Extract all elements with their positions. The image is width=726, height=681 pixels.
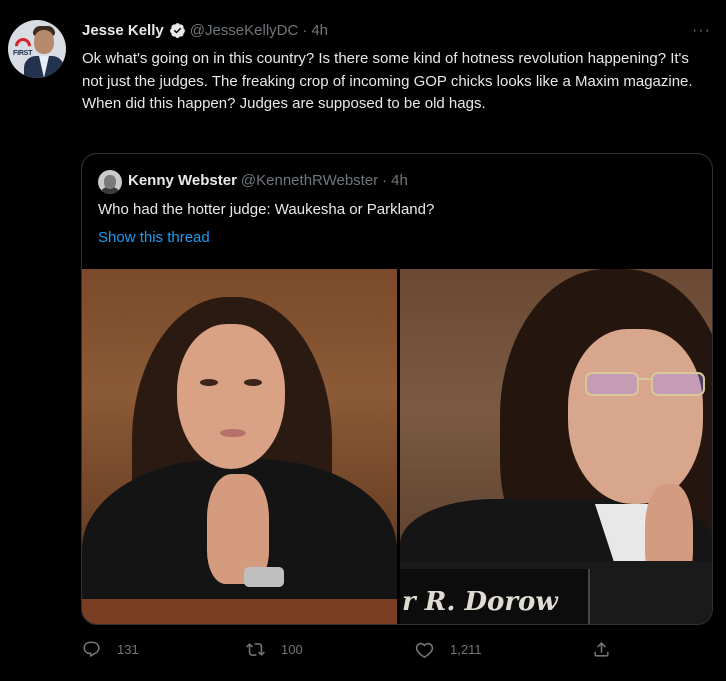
glasses-graphic	[585, 372, 705, 396]
quoted-author-avatar[interactable]	[98, 170, 122, 194]
heart-icon	[415, 642, 434, 659]
reply-count: 131	[117, 642, 139, 657]
tweet-timestamp[interactable]: 4h	[311, 22, 328, 39]
like-button[interactable]: 1,211	[415, 640, 482, 659]
author-name[interactable]: Jesse Kelly	[82, 22, 164, 39]
retweet-button[interactable]: 100	[246, 640, 303, 659]
logo-text: FIRST	[13, 50, 33, 57]
quoted-tweet-text: Who had the hotter judge: Waukesha or Pa…	[98, 201, 435, 218]
retweet-count: 100	[281, 642, 303, 657]
first-logo-icon: FIRST	[11, 34, 35, 64]
reply-icon	[83, 641, 100, 658]
like-count: 1,211	[450, 642, 482, 657]
quoted-separator-dot: ·	[382, 172, 388, 189]
reply-button[interactable]: 131	[82, 640, 139, 659]
quoted-timestamp[interactable]: 4h	[391, 172, 408, 189]
author-avatar[interactable]: FIRST	[8, 20, 66, 78]
quoted-photo-left[interactable]	[82, 269, 397, 624]
quoted-author-handle[interactable]: @KennethRWebster	[241, 172, 378, 189]
tweet-text: Ok what's going on in this country? Is t…	[82, 50, 693, 112]
quoted-author-name[interactable]: Kenny Webster	[128, 172, 237, 189]
share-button[interactable]	[592, 640, 611, 659]
more-options-icon[interactable]: ···	[692, 22, 711, 40]
verified-badge-icon	[169, 23, 185, 38]
separator-dot: ·	[302, 22, 308, 39]
share-icon	[594, 642, 609, 657]
show-thread-link[interactable]: Show this thread	[98, 229, 210, 246]
quoted-tweet-header: Kenny Webster @KennethRWebster · 4h	[128, 172, 408, 189]
tweet-header: Jesse Kelly @JesseKellyDC · 4h	[82, 22, 328, 39]
quoted-tweet[interactable]: Kenny Webster @KennethRWebster · 4h Who …	[81, 153, 713, 625]
author-handle[interactable]: @JesseKellyDC	[190, 22, 299, 39]
judge-nameplate: r R. Dorow	[402, 587, 558, 617]
retweet-icon	[246, 643, 265, 656]
tweet[interactable]: FIRST Jesse Kelly @JesseKellyDC · 4h ···…	[0, 0, 726, 681]
tweet-actions: 131 100 1,211	[82, 640, 622, 666]
quoted-photo-right[interactable]: r R. Dorow	[400, 269, 712, 624]
